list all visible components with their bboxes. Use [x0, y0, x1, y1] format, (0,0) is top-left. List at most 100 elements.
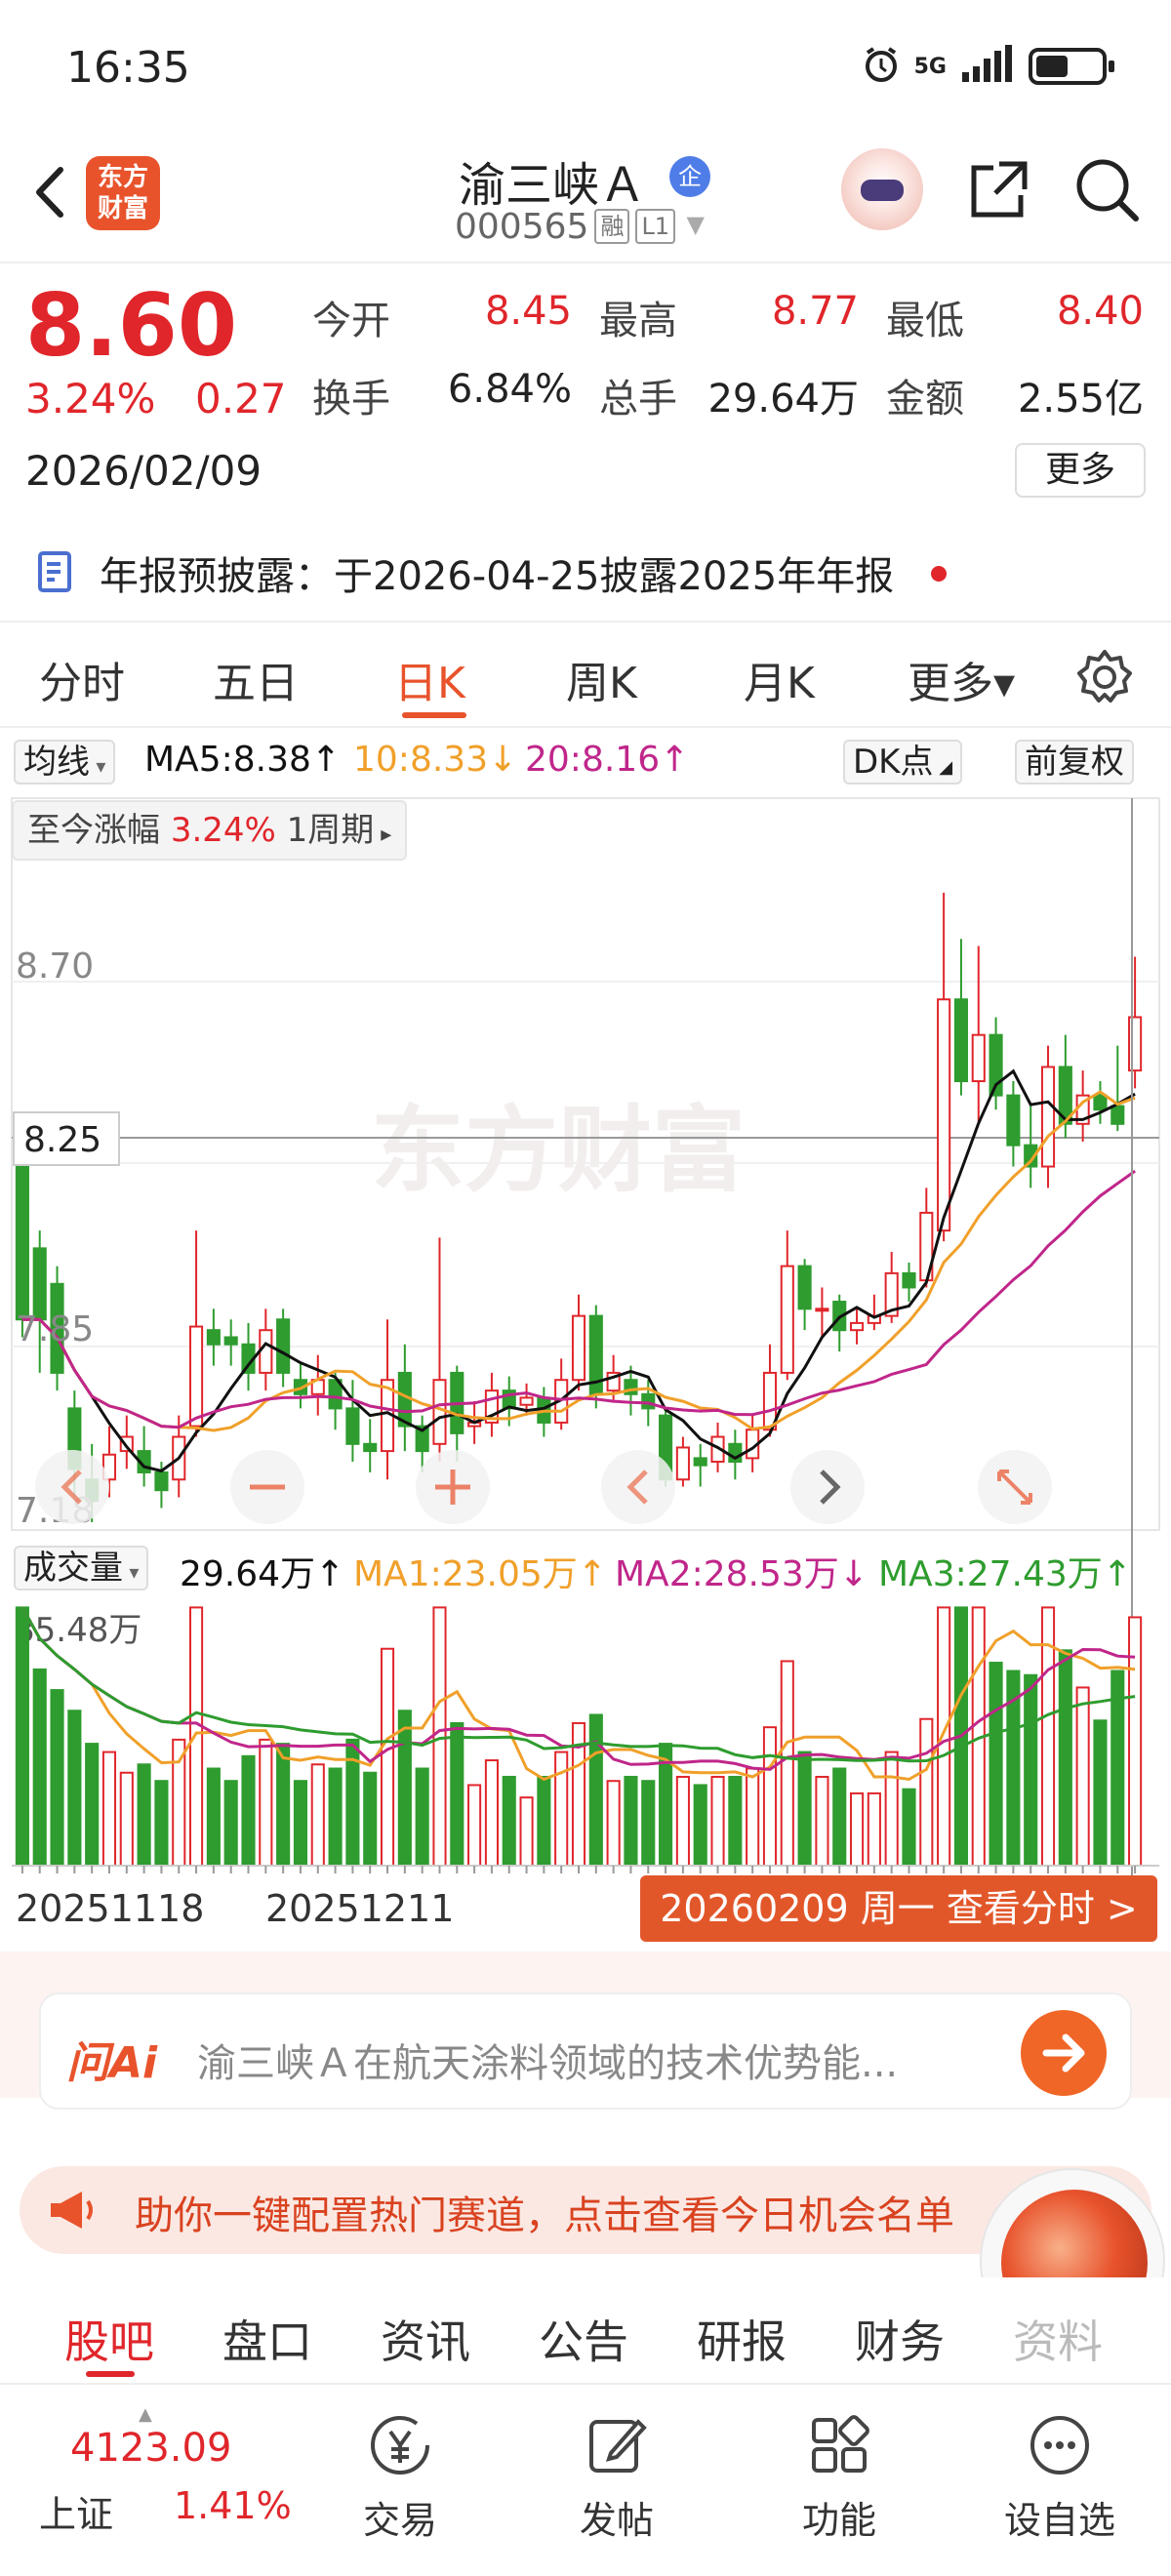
dropdown-icon[interactable]: ▼ — [687, 211, 705, 238]
volume-bar — [32, 1668, 47, 1867]
candle-body — [1128, 1016, 1143, 1072]
volume-bar — [1093, 1719, 1108, 1867]
tab-monthly-k[interactable]: 月K — [744, 648, 815, 710]
volume-bar — [293, 1780, 308, 1867]
volume-bar — [1024, 1673, 1038, 1868]
volume-bar — [937, 1606, 951, 1868]
tab-fenshi[interactable]: 分时 — [39, 648, 125, 710]
volume-bar — [137, 1763, 151, 1867]
candle-body — [345, 1407, 360, 1445]
nav-add-watchlist-label: 设自选 — [1003, 2499, 1115, 2542]
active-content-tab-indicator — [86, 2371, 135, 2377]
tab-news[interactable]: 资讯 — [381, 2307, 470, 2371]
network-label: 5G — [913, 54, 947, 79]
nav-trade[interactable]: 交易 — [322, 2410, 478, 2544]
view-intraday-button[interactable]: 20260209 周一 查看分时 > — [640, 1875, 1157, 1942]
dk-point-toggle[interactable]: DK点 ◢ — [843, 740, 963, 785]
tab-pankou[interactable]: 盘口 — [222, 2307, 312, 2371]
volume-bar — [50, 1689, 64, 1868]
volume-bar — [710, 1775, 725, 1867]
ai-section: 问Ai 渝三峡Ａ在航天涂料领域的技术优势能... — [0, 1952, 1171, 2110]
ai-logo: 问Ai — [66, 2038, 158, 2088]
annual-report-notice[interactable]: 年报预披露：于2026-04-25披露2025年年报 — [0, 537, 1171, 605]
nav-functions[interactable]: 功能 — [761, 2410, 917, 2544]
app-logo[interactable]: 东方 财富 — [86, 156, 160, 230]
gear-icon[interactable] — [1073, 646, 1136, 708]
nav-functions-label: 功能 — [801, 2499, 876, 2542]
stock-header: 东方 财富 渝三峡Ａ 企 000565 融 L1 ▼ — [0, 137, 1171, 263]
change-since-label: 至今涨幅 — [27, 811, 160, 850]
low-value: 8.40 — [1056, 289, 1144, 334]
scroll-left-button[interactable] — [35, 1450, 109, 1524]
candle-body — [675, 1446, 690, 1481]
ai-send-button[interactable] — [1021, 2010, 1107, 2096]
candle-body — [693, 1457, 707, 1467]
volume-bar — [762, 1726, 778, 1867]
candle-body — [1006, 1094, 1021, 1147]
nav-add-watchlist[interactable]: 设自选 — [982, 2410, 1138, 2544]
volume-bar — [189, 1606, 204, 1868]
ma-legend: 均线 ▾ MA5:8.38↑ 10:8.33↓ 20:8.16↑ DK点 ◢ 前… — [0, 734, 1171, 788]
candle-body — [849, 1321, 865, 1332]
amount-label: 金额 — [886, 377, 964, 422]
volume-bar — [502, 1775, 516, 1867]
fullscreen-button[interactable] — [978, 1450, 1052, 1524]
price-axis-mid: 7.85 — [16, 1309, 94, 1349]
period-tabs: 分时 五日 日K 周K 月K 更多▾ — [0, 621, 1171, 728]
candle-body — [432, 1379, 447, 1445]
tab-guba[interactable]: 股吧 — [64, 2307, 154, 2371]
tab-weekly-k[interactable]: 周K — [566, 648, 637, 710]
tab-five-day[interactable]: 五日 — [213, 648, 299, 710]
kline-svg[interactable]: 东方财富 8.70 8.25 7.85 7.18 85.48万 — [0, 792, 1171, 1953]
zoom-out-button[interactable] — [230, 1450, 304, 1524]
more-button[interactable]: 更多 — [1015, 443, 1146, 498]
back-icon[interactable] — [23, 158, 82, 226]
candle-body — [519, 1396, 534, 1406]
tab-profile[interactable]: 资料 — [1013, 2307, 1103, 2371]
scroll-left-button-2[interactable] — [601, 1450, 675, 1524]
adjust-selector[interactable]: 前复权 — [1015, 740, 1134, 785]
volume-bar — [276, 1743, 291, 1868]
trade-icon — [371, 2416, 429, 2475]
candle-body — [1040, 1066, 1056, 1168]
volume-bar — [154, 1780, 169, 1867]
tab-announcements[interactable]: 公告 — [539, 2307, 628, 2371]
nav-post[interactable]: 发帖 — [539, 2410, 695, 2544]
ai-question[interactable]: 渝三峡Ａ在航天涂料领域的技术优势能... — [197, 2032, 898, 2088]
volume-bar — [728, 1775, 743, 1867]
volume-bar — [1128, 1616, 1143, 1867]
candle-body — [815, 1308, 829, 1312]
search-icon[interactable] — [1073, 156, 1142, 224]
margin-tag: 融 — [594, 209, 630, 244]
volume-bar — [867, 1791, 881, 1867]
kline-chart[interactable]: 东方财富 8.70 8.25 7.85 7.18 85.48万 — [0, 792, 1171, 1953]
volume-bar — [1075, 1686, 1090, 1868]
candle-body — [902, 1271, 916, 1289]
notice-text: 年报预披露：于2026-04-25披露2025年年报 — [100, 554, 895, 599]
volume-axis-max: 85.48万 — [14, 1611, 141, 1650]
candle-body — [937, 998, 951, 1232]
zoom-in-button[interactable] — [416, 1450, 490, 1524]
change-since-chip[interactable]: 至今涨幅 3.24% 1周期 ▸ — [12, 800, 408, 861]
volume-bar — [363, 1771, 378, 1868]
candle-body — [797, 1265, 812, 1310]
candle-body — [571, 1314, 586, 1382]
status-bar: 16:35 5G — [0, 0, 1171, 137]
turnover-value: 6.84% — [447, 367, 572, 412]
x-axis-dates: 20251118 20251211 20260209 周一 查看分时 > — [0, 1875, 1171, 1944]
tab-finance[interactable]: 财务 — [855, 2307, 945, 2371]
tab-research[interactable]: 研报 — [697, 2307, 787, 2371]
ai-assistant-icon[interactable] — [841, 148, 923, 230]
candle-body — [206, 1329, 221, 1346]
volume-bar — [780, 1660, 794, 1868]
volume-bar — [919, 1717, 934, 1868]
volume-bar — [380, 1647, 395, 1868]
tab-more[interactable]: 更多▾ — [908, 648, 1015, 710]
ma-selector[interactable]: 均线 ▾ — [14, 740, 116, 785]
ai-ask-box[interactable]: 问Ai 渝三峡Ａ在航天涂料领域的技术优势能... — [39, 1992, 1132, 2110]
volume-selector[interactable]: 成交量 ▾ — [14, 1546, 149, 1590]
share-icon[interactable] — [964, 156, 1032, 224]
collapse-icon: ▲ — [139, 2404, 152, 2425]
tab-daily-k[interactable]: 日K — [394, 648, 465, 710]
scroll-right-button[interactable] — [790, 1450, 865, 1524]
